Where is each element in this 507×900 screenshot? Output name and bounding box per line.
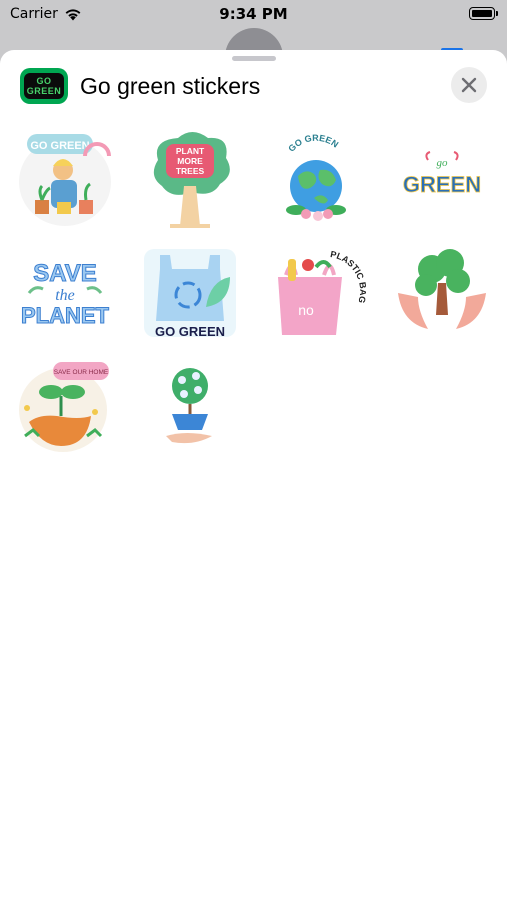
sticker-text-1: PLANT bbox=[176, 146, 205, 156]
sticker-curved-text: GO GREEN bbox=[286, 133, 340, 154]
sticker-text-3: TREES bbox=[176, 166, 205, 176]
sheet-header: GO GREEN Go green stickers bbox=[0, 66, 507, 106]
sticker-go-green-gardener[interactable]: GO GREEN bbox=[15, 130, 115, 230]
sticker-plastic-bag-no[interactable]: no PLASTIC BAG bbox=[266, 243, 366, 343]
sticker-text-1: no bbox=[298, 302, 314, 318]
sticker-tree-in-pot-hand[interactable] bbox=[140, 356, 240, 456]
sticker-go-green-earth[interactable]: GO GREEN bbox=[266, 130, 366, 230]
sticker-save-the-planet[interactable]: SAVE the PLANET bbox=[15, 243, 115, 343]
sticker-text: GO GREEN bbox=[30, 140, 89, 152]
close-icon bbox=[461, 77, 477, 93]
sticker-go-green-bag[interactable]: GO GREEN bbox=[140, 243, 240, 343]
app-icon: GO GREEN bbox=[20, 68, 68, 104]
sticker-text-1: go bbox=[437, 157, 449, 169]
sticker-sheet: GO GREEN Go green stickers GO GREEN PLAN… bbox=[0, 50, 507, 900]
sticker-text-2: the bbox=[55, 287, 75, 304]
sticker-text: GO GREEN bbox=[155, 324, 225, 339]
status-time: 9:34 PM bbox=[219, 5, 288, 23]
status-bar: Carrier 9:34 PM bbox=[0, 0, 507, 30]
sheet-grabber[interactable] bbox=[232, 56, 276, 61]
sticker-save-our-home[interactable]: SAVE OUR HOME bbox=[15, 356, 115, 456]
sheet-title: Go green stickers bbox=[80, 73, 261, 99]
battery-icon bbox=[469, 7, 498, 20]
app-icon-text-2: GREEN bbox=[26, 86, 62, 96]
sticker-text-1: SAVE bbox=[33, 260, 97, 287]
app-icon-logo: GO GREEN bbox=[24, 73, 64, 99]
sticker-go-green-lettering[interactable]: go GREEN bbox=[392, 130, 492, 230]
close-button[interactable] bbox=[451, 67, 487, 103]
sticker-tree-in-hands[interactable] bbox=[392, 243, 492, 343]
sticker-text-3: PLANET bbox=[21, 303, 110, 328]
sticker-text: SAVE OUR HOME bbox=[54, 369, 109, 376]
sticker-plant-more-trees[interactable]: PLANT MORE TREES bbox=[140, 130, 240, 230]
sticker-text: GO GREEN bbox=[286, 133, 340, 154]
sticker-text-2: GREEN bbox=[403, 172, 481, 197]
app-icon-text-1: GO bbox=[36, 76, 52, 86]
sticker-text-2: MORE bbox=[177, 156, 203, 166]
